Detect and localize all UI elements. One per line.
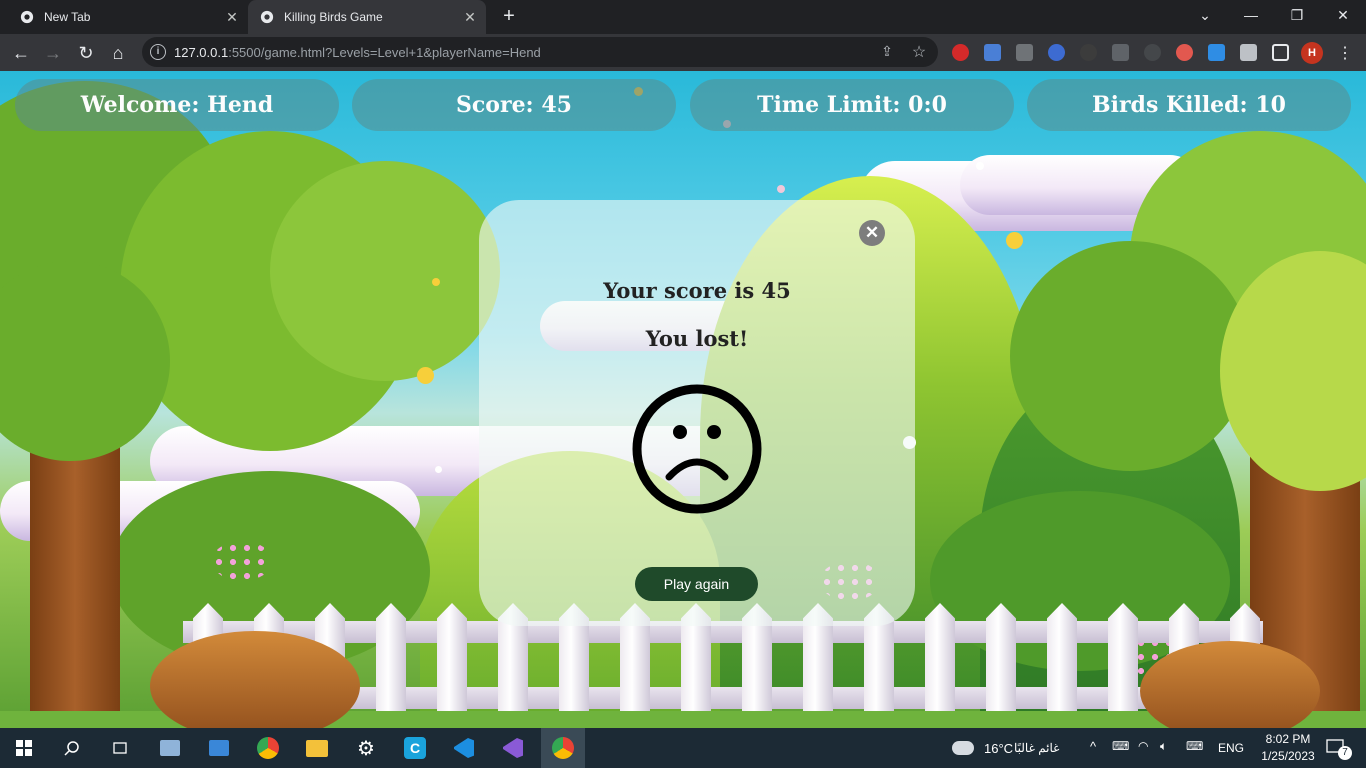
game-page: Welcome: Hend Score: 45 Time Limit: 0:0 … bbox=[0, 71, 1366, 728]
settings-gear-icon[interactable]: ⚙ bbox=[352, 734, 380, 762]
keyboard-layout-icon[interactable]: ⌨ bbox=[1112, 739, 1129, 753]
extension-color-icon[interactable] bbox=[1176, 44, 1193, 61]
touch-keyboard-icon[interactable]: ⌨ bbox=[1186, 739, 1203, 753]
close-dialog-icon[interactable]: ✕ bbox=[859, 220, 885, 246]
close-tab-icon[interactable]: ✕ bbox=[224, 9, 240, 25]
result-text: You lost! bbox=[645, 326, 749, 351]
restore-icon[interactable]: ❐ bbox=[1274, 0, 1320, 30]
sad-face-icon bbox=[632, 384, 762, 514]
particle bbox=[976, 162, 984, 170]
fence-picket bbox=[1047, 603, 1077, 728]
home-icon[interactable]: ⌂ bbox=[105, 40, 131, 66]
task-view-icon[interactable] bbox=[106, 734, 134, 762]
tree-crown bbox=[270, 161, 500, 381]
weather-description[interactable]: غائم غالبًا bbox=[1014, 741, 1059, 755]
bookmark-star-icon[interactable]: ☆ bbox=[910, 42, 928, 61]
tab-new-tab[interactable]: New Tab ✕ bbox=[12, 0, 248, 34]
profile-avatar[interactable]: H bbox=[1301, 42, 1323, 64]
remote-desktop-icon[interactable] bbox=[205, 734, 233, 762]
chrome-active-taskbar-icon[interactable] bbox=[541, 728, 585, 768]
back-icon[interactable]: ← bbox=[8, 40, 34, 66]
clock-date[interactable]: 1/25/2023 bbox=[1252, 749, 1324, 763]
notifications-icon[interactable]: 7 bbox=[1322, 734, 1352, 762]
chrome-taskbar-icon[interactable] bbox=[254, 734, 282, 762]
clock-time[interactable]: 8:02 PM bbox=[1258, 732, 1318, 746]
vscode-icon[interactable] bbox=[450, 734, 478, 762]
welcome-banner: Welcome: Hend bbox=[15, 79, 339, 131]
url-text[interactable]: 127.0.0.1:5500/game.html?Levels=Level+1&… bbox=[174, 45, 541, 60]
game-over-dialog: ✕ Your score is 45 You lost! Play again bbox=[479, 200, 915, 626]
reload-icon[interactable]: ↻ bbox=[73, 40, 99, 66]
file-explorer-icon[interactable] bbox=[303, 734, 331, 762]
particle bbox=[1006, 232, 1023, 249]
start-windows-icon[interactable] bbox=[10, 734, 38, 762]
volume-icon[interactable]: 🔈︎ bbox=[1160, 739, 1167, 754]
new-tab-icon[interactable]: + bbox=[498, 6, 520, 28]
extension-check-icon[interactable] bbox=[1048, 44, 1065, 61]
fence-picket bbox=[437, 603, 467, 728]
chrome-icon bbox=[20, 10, 34, 24]
weather-icon[interactable] bbox=[950, 734, 976, 762]
close-tab-icon[interactable]: ✕ bbox=[462, 9, 478, 25]
search-icon[interactable] bbox=[58, 734, 86, 762]
fence-picket bbox=[1108, 603, 1138, 728]
tab-title: Killing Birds Game bbox=[284, 10, 383, 24]
notification-badge: 7 bbox=[1338, 746, 1352, 760]
forward-icon[interactable]: → bbox=[40, 40, 66, 66]
tab-killing-birds-game[interactable]: Killing Birds Game ✕ bbox=[248, 0, 486, 34]
final-score-text: Your score is 45 bbox=[603, 278, 791, 303]
tree-crown bbox=[1010, 241, 1250, 471]
minimize-icon[interactable]: — bbox=[1228, 0, 1274, 30]
particle bbox=[432, 278, 440, 286]
app-c-icon[interactable]: C bbox=[401, 734, 429, 762]
site-info-icon[interactable]: i bbox=[150, 44, 166, 60]
fence-picket bbox=[986, 603, 1016, 728]
extension-translate-icon[interactable] bbox=[984, 44, 1001, 61]
visual-studio-icon[interactable] bbox=[499, 734, 527, 762]
time-limit-display: Time Limit: 0:0 bbox=[690, 79, 1014, 131]
address-bar[interactable]: i 127.0.0.1:5500/game.html?Levels=Level+… bbox=[142, 37, 938, 67]
particle bbox=[777, 185, 785, 193]
wifi-icon[interactable]: ◠ bbox=[1138, 739, 1148, 753]
weather-temperature[interactable]: 16°C bbox=[984, 741, 1013, 756]
extensions-puzzle-icon[interactable] bbox=[1240, 44, 1257, 61]
tab-title: New Tab bbox=[44, 10, 91, 24]
particle bbox=[435, 466, 442, 473]
tab-search-icon[interactable]: ⌄ bbox=[1182, 0, 1228, 30]
score-display: Score: 45 bbox=[352, 79, 676, 131]
extension-mail-icon[interactable] bbox=[1016, 44, 1033, 61]
fence-picket bbox=[376, 603, 406, 728]
particle bbox=[417, 367, 434, 384]
extension-vd-icon[interactable] bbox=[1080, 44, 1097, 61]
extension-bulb-icon[interactable] bbox=[1144, 44, 1161, 61]
globe-icon bbox=[260, 10, 274, 24]
show-hidden-icons-icon[interactable]: ^ bbox=[1090, 739, 1096, 754]
extension-download-icon[interactable] bbox=[1112, 44, 1129, 61]
menu-kebab-icon[interactable]: ⋮ bbox=[1332, 40, 1358, 66]
extension-adblock-icon[interactable] bbox=[952, 44, 969, 61]
fence-picket bbox=[925, 603, 955, 728]
flowers bbox=[212, 541, 272, 581]
side-panel-icon[interactable] bbox=[1272, 44, 1289, 61]
extension-save-icon[interactable] bbox=[1208, 44, 1225, 61]
share-icon[interactable]: ⇪ bbox=[878, 43, 896, 61]
play-again-button[interactable]: Play again bbox=[635, 567, 758, 601]
browser-toolbar: ← → ↻ ⌂ i 127.0.0.1:5500/game.html?Level… bbox=[0, 34, 1366, 71]
browser-tab-strip: New Tab ✕ Killing Birds Game ✕ + ⌄ — ❐ ✕ bbox=[0, 0, 1366, 34]
close-window-icon[interactable]: ✕ bbox=[1320, 0, 1366, 30]
language-indicator[interactable]: ENG bbox=[1218, 741, 1244, 755]
birds-killed-display: Birds Killed: 10 bbox=[1027, 79, 1351, 131]
control-panel-icon[interactable] bbox=[156, 734, 184, 762]
windows-taskbar: ⚙ C 16°C غائم غالبًا ^ ⌨ ◠ 🔈︎ ⌨ ENG 8:02… bbox=[0, 728, 1366, 768]
